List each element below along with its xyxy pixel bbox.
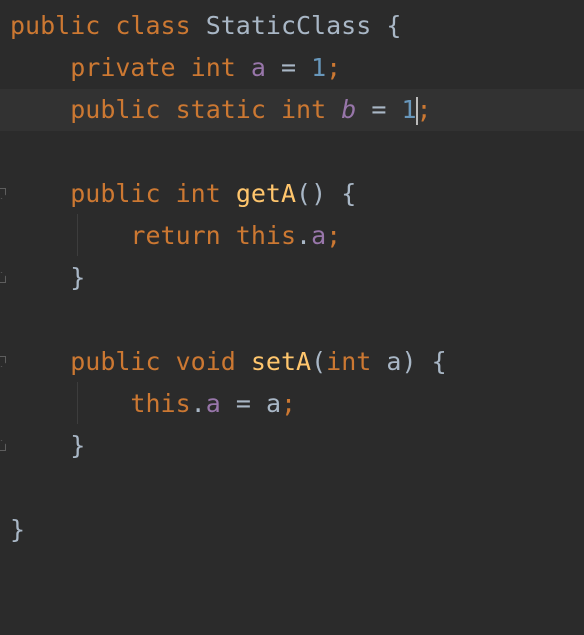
keyword: class <box>115 11 191 40</box>
semicolon: ; <box>281 389 297 418</box>
semicolon: ; <box>326 221 342 250</box>
operator: = <box>235 389 251 418</box>
brace: } <box>10 515 26 544</box>
operator: = <box>371 95 387 124</box>
dot: . <box>190 389 206 418</box>
code-line-10[interactable]: this.a = a; <box>0 383 584 425</box>
parameter-name: a <box>265 389 282 418</box>
fold-end-icon[interactable] <box>0 440 6 451</box>
code-line-13[interactable]: } <box>0 509 584 551</box>
code-line-7[interactable]: } <box>0 257 584 299</box>
code-line-5[interactable]: public int getA() { <box>0 173 584 215</box>
open-paren: ( <box>311 347 327 376</box>
keyword: public <box>10 11 101 40</box>
brace: } <box>70 263 86 292</box>
code-line-2[interactable]: private int a = 1; <box>0 47 584 89</box>
close-paren: ) <box>401 347 417 376</box>
brace: } <box>70 431 86 460</box>
semicolon: ; <box>416 95 432 124</box>
keyword: public <box>70 179 161 208</box>
keyword: return <box>130 221 221 250</box>
fold-collapse-icon[interactable] <box>0 356 6 367</box>
static-field-name: b <box>341 95 357 124</box>
method-name: getA <box>235 179 297 208</box>
keyword: int <box>326 347 372 376</box>
code-editor[interactable]: public class StaticClass { private int a… <box>0 0 584 558</box>
field-name: a <box>311 221 327 250</box>
keyword: int <box>190 53 236 82</box>
keyword: public <box>70 95 161 124</box>
fold-end-icon[interactable] <box>0 272 6 283</box>
brace: { <box>386 11 402 40</box>
brace: { <box>431 347 447 376</box>
dot: . <box>296 221 312 250</box>
method-name: setA <box>250 347 312 376</box>
keyword: this <box>130 389 191 418</box>
field-name: a <box>250 53 266 82</box>
keyword: public <box>70 347 161 376</box>
semicolon: ; <box>326 53 342 82</box>
keyword: int <box>280 95 327 124</box>
keyword: private <box>70 53 176 82</box>
operator: = <box>280 53 297 82</box>
code-line-6[interactable]: return this.a; <box>0 215 584 257</box>
field-name: a <box>205 389 221 418</box>
class-name: StaticClass <box>205 11 372 40</box>
keyword: static <box>175 95 266 124</box>
code-line-1[interactable]: public class StaticClass { <box>0 5 584 47</box>
brace: { <box>341 179 357 208</box>
code-line-11[interactable]: } <box>0 425 584 467</box>
parentheses: () <box>296 179 327 208</box>
code-line-9[interactable]: public void setA(int a) { <box>0 341 584 383</box>
keyword: this <box>235 221 297 250</box>
code-line-3-current[interactable]: public static int b = 1; <box>0 89 584 131</box>
keyword: int <box>175 179 221 208</box>
keyword: void <box>175 347 236 376</box>
fold-collapse-icon[interactable] <box>0 188 6 199</box>
number-literal: 1 <box>401 95 417 124</box>
number-literal: 1 <box>311 53 327 82</box>
parameter-name: a <box>386 347 402 376</box>
